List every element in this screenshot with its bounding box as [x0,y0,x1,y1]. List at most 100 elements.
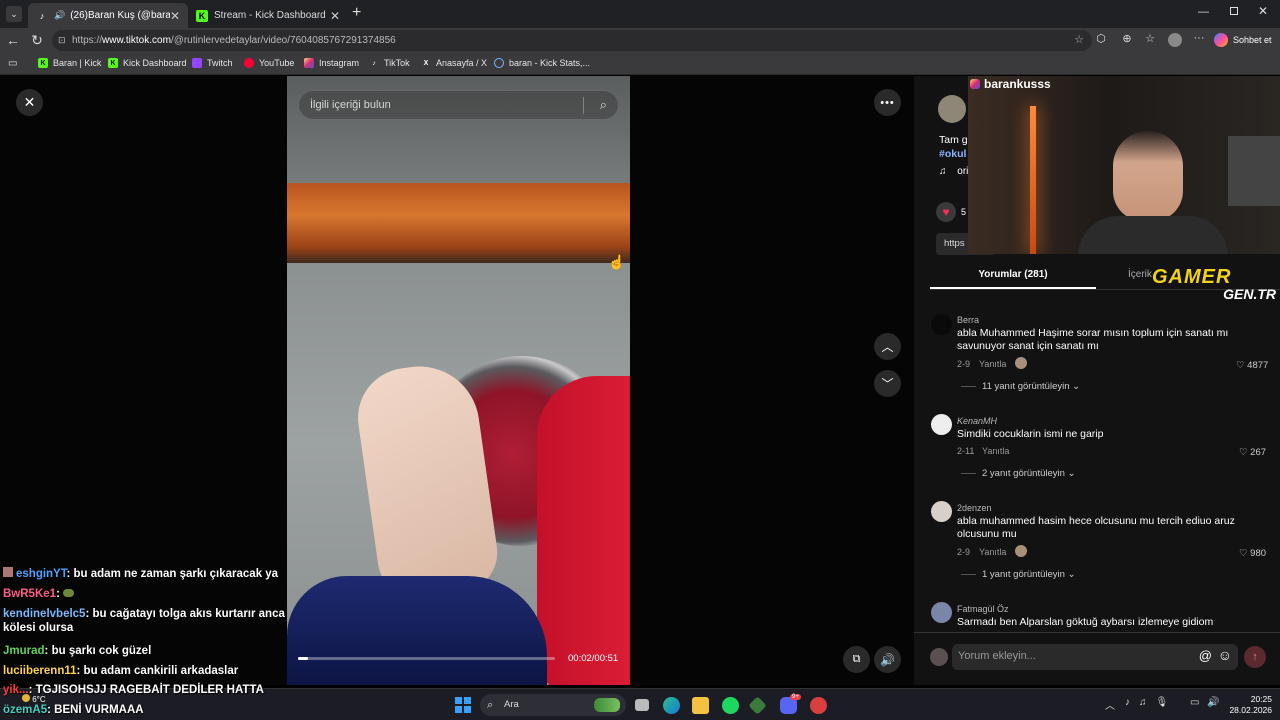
comment-avatar[interactable] [931,414,952,435]
input-divider [914,632,1280,633]
chat-username: Jmurad [3,645,45,657]
address-bar-row: ← ↻ ⊡ https://www.tiktok.com/@rutinlerve… [0,28,1280,53]
spotify-icon[interactable] [722,697,739,714]
reading-list-icon[interactable]: ▭ [8,58,17,69]
bookmark-tiktok[interactable]: ♪ TikTok [369,58,409,68]
comment-avatar[interactable] [931,501,952,522]
tiktok-icon: ♪ [372,59,376,67]
tab-kick-dashboard[interactable]: K Stream - Kick Dashboard ✕ [188,3,348,28]
tab-label: (26)Baran Kuş (@barankusss) [70,10,171,21]
replies-divider [961,473,976,474]
close-tab-icon[interactable]: ✕ [170,9,180,23]
volume-button[interactable]: 🔊 [874,646,901,673]
hashtag-link[interactable]: #okul [939,148,966,160]
back-icon[interactable]: ← [4,32,22,48]
comment-avatar[interactable] [931,314,952,335]
chat-username: eshginYT [16,568,67,580]
bookmark-instagram[interactable]: Instagram [304,58,359,68]
comment-input[interactable]: Yorum ekleyin... @ ☺ [952,644,1238,670]
app-icon[interactable] [748,696,767,715]
close-window-icon[interactable]: ✕ [1258,4,1268,18]
clock[interactable]: 20:25 28.02.2026 [1226,694,1272,716]
comment-likes[interactable]: ♡ 980 [1239,548,1266,559]
comment-username[interactable]: 2denzen [957,503,992,513]
music-row[interactable]: ♫ ori [939,166,968,177]
site-info-icon[interactable]: ⊡ [58,30,66,51]
post-comment-button[interactable]: ↑ [1244,646,1266,668]
emoji-icon[interactable]: ☺ [1218,647,1232,663]
reply-button[interactable]: Yanıtla [979,547,1006,557]
like-count: 267 [1250,447,1267,458]
more-options-icon[interactable]: ··· [1190,32,1208,44]
next-video-button[interactable]: ﹀ [874,370,901,397]
tab-comments[interactable]: Yorumlar (281) [930,269,1096,280]
view-replies-button[interactable]: 11 yanıt görüntüleyin ⌄ [982,381,1080,392]
heart-outline-icon: ♡ [1236,360,1245,371]
bookmark-label: Instagram [319,58,360,68]
task-view-icon[interactable] [635,699,649,711]
tab-tiktok[interactable]: ♪ 🔊 (26)Baran Kuş (@barankusss) ✕ [28,3,188,28]
view-replies-button[interactable]: 1 yanıt görüntüleyin ⌄ [982,569,1076,580]
like-button[interactable]: ♥ [936,202,956,222]
reply-button[interactable]: Yanıtla [982,446,1009,456]
comment-avatar[interactable] [931,602,952,623]
tab-related[interactable]: İçerik [1128,269,1152,280]
search-divider [583,97,584,114]
close-tab-icon[interactable]: ✕ [330,9,340,23]
progress-track[interactable] [298,657,555,660]
app-red-icon[interactable] [810,697,827,714]
volume-icon[interactable]: 🔊 [1207,697,1219,708]
related-search-input[interactable]: İlgili içeriği bulun ⌕ [298,90,619,120]
favorites-icon[interactable]: ☆ [1141,32,1159,45]
bookmark-kick-stats[interactable]: baran - Kick Stats,... [494,58,590,68]
minimize-icon[interactable]: — [1198,6,1209,18]
network-icon[interactable]: ▭ [1190,697,1199,708]
windows-start-icon[interactable] [455,697,471,713]
view-replies-button[interactable]: 2 yanıt görüntüleyin ⌄ [982,468,1076,479]
refresh-icon[interactable]: ↻ [28,32,46,49]
close-player-button[interactable]: ✕ [16,89,43,116]
youtube-icon [244,58,254,68]
extensions-icon[interactable]: ⬡ [1092,32,1110,45]
taskbar-search[interactable]: ⌕ Ara [480,694,626,716]
new-tab-button[interactable]: + [352,4,361,22]
tray-icons[interactable]: ♪♫🎙 [1125,697,1177,708]
bookmark-youtube[interactable]: YouTube [244,58,294,68]
mouse-cursor-icon: ☝ [608,254,626,270]
tray-chevron-icon[interactable]: ︿ [1105,697,1115,712]
reply-button[interactable]: Yanıtla [979,359,1006,369]
kick-icon: K [108,58,118,68]
edge-icon[interactable] [663,697,680,714]
previous-video-button[interactable]: ︿ [874,333,901,360]
mention-icon[interactable]: @ [1199,648,1212,663]
collections-icon[interactable]: ⊕ [1118,32,1136,45]
comment-username[interactable]: Fatmagül Öz [957,604,1009,614]
comment-likes[interactable]: ♡ 267 [1239,447,1266,458]
instagram-handle: barankusss [984,77,1051,91]
profile-avatar[interactable] [1168,33,1182,47]
bookmark-kick-dashboard[interactable]: K Kick Dashboard [108,58,187,68]
copilot-label: Sohbet et [1233,35,1272,45]
chevron-down-icon: ⌄ [1067,569,1076,580]
maximize-icon[interactable] [1230,7,1238,15]
comment-username[interactable]: Berra [957,315,979,325]
bookmark-twitch[interactable]: Twitch [192,58,233,68]
search-icon[interactable]: ⌕ [600,91,607,119]
file-explorer-icon[interactable] [692,697,709,714]
comment-text: Sarmadı ben Alparslan göktuğ aybarsı izl… [957,616,1214,628]
tab-actions-button[interactable]: ⌄ [6,6,22,22]
chevron-down-icon: ⌄ [1072,381,1081,392]
bookmark-x[interactable]: X Anasayfa / X [421,58,487,68]
comment-likes[interactable]: ♡ 4877 [1236,360,1268,371]
chat-username: yik... [3,684,29,696]
chat-text: : bu adam cankirili arkadaslar [76,665,239,677]
more-options-button[interactable]: ••• [874,89,901,116]
copilot-button[interactable]: Sohbet et [1214,33,1272,47]
bookmark-baran-kick[interactable]: K Baran | Kick [38,58,101,68]
video-player[interactable] [287,76,630,685]
miniplayer-button[interactable]: ⧉ [843,646,870,673]
url-field[interactable]: ⊡ https://www.tiktok.com/@rutinlervedeta… [52,30,1092,51]
author-avatar[interactable] [938,95,966,123]
favorite-star-icon[interactable]: ☆ [1074,30,1084,51]
comment-username[interactable]: KenanMH [957,416,997,426]
